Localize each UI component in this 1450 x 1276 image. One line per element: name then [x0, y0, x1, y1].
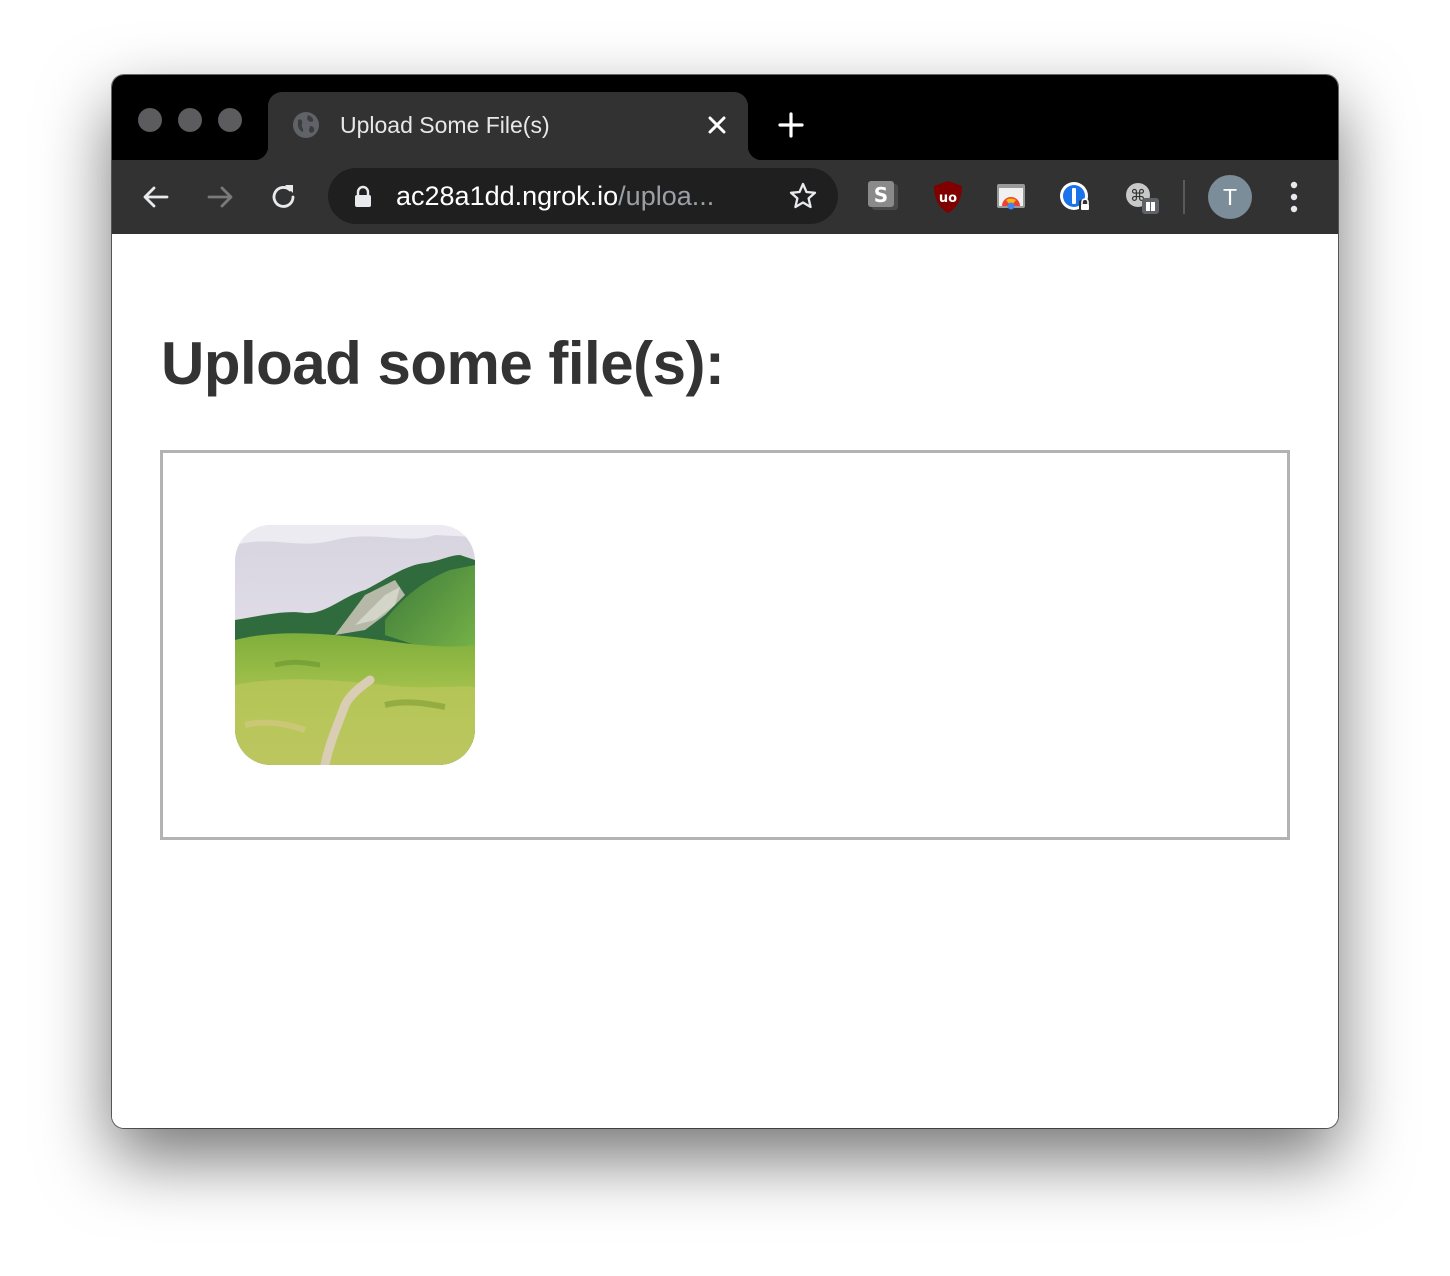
- toolbar-separator: [1183, 180, 1185, 214]
- browser-window: Upload Some File(s) ac28a1dd.ngrok.io/up…: [112, 75, 1338, 1128]
- url-host: ac28a1dd.ngrok.io: [396, 181, 619, 211]
- shortkeys-icon[interactable]: ⌘: [1122, 178, 1160, 216]
- chrome-cast-icon[interactable]: [992, 178, 1030, 216]
- tab-strip: Upload Some File(s): [112, 75, 1338, 160]
- scribe-extension-icon[interactable]: S: [864, 178, 902, 216]
- maximize-window-button[interactable]: [218, 108, 242, 132]
- url-path: /uploa...: [618, 181, 715, 211]
- browser-toolbar: ac28a1dd.ngrok.io/uploa... S uo ⌘ T: [112, 160, 1338, 235]
- 1password-icon[interactable]: [1057, 178, 1095, 216]
- minimize-window-button[interactable]: [178, 108, 202, 132]
- close-window-button[interactable]: [138, 108, 162, 132]
- page-title: Upload some file(s):: [161, 330, 725, 397]
- lock-icon[interactable]: [353, 185, 373, 207]
- new-tab-icon[interactable]: [777, 111, 805, 139]
- forward-arrow-icon[interactable]: [204, 181, 236, 213]
- back-arrow-icon[interactable]: [140, 181, 172, 213]
- globe-icon: [293, 112, 319, 138]
- address-bar[interactable]: ac28a1dd.ngrok.io/uploa...: [328, 168, 838, 224]
- bookmark-star-icon[interactable]: [788, 181, 818, 211]
- file-dropzone[interactable]: [160, 450, 1290, 840]
- reload-icon[interactable]: [268, 181, 300, 213]
- svg-text:S: S: [874, 183, 888, 207]
- close-tab-icon[interactable]: [706, 114, 728, 136]
- browser-tab[interactable]: Upload Some File(s): [254, 92, 762, 160]
- more-menu-icon[interactable]: [1279, 180, 1309, 214]
- profile-avatar[interactable]: T: [1208, 175, 1252, 219]
- tab-title: Upload Some File(s): [340, 112, 550, 138]
- mountain-landscape-image: [235, 525, 475, 765]
- svg-text:uo: uo: [939, 191, 957, 206]
- file-thumbnail[interactable]: [235, 525, 475, 765]
- url-text[interactable]: ac28a1dd.ngrok.io/uploa...: [396, 181, 756, 212]
- page-content: Upload some file(s):: [112, 234, 1338, 1128]
- ublock-origin-icon[interactable]: uo: [929, 178, 967, 216]
